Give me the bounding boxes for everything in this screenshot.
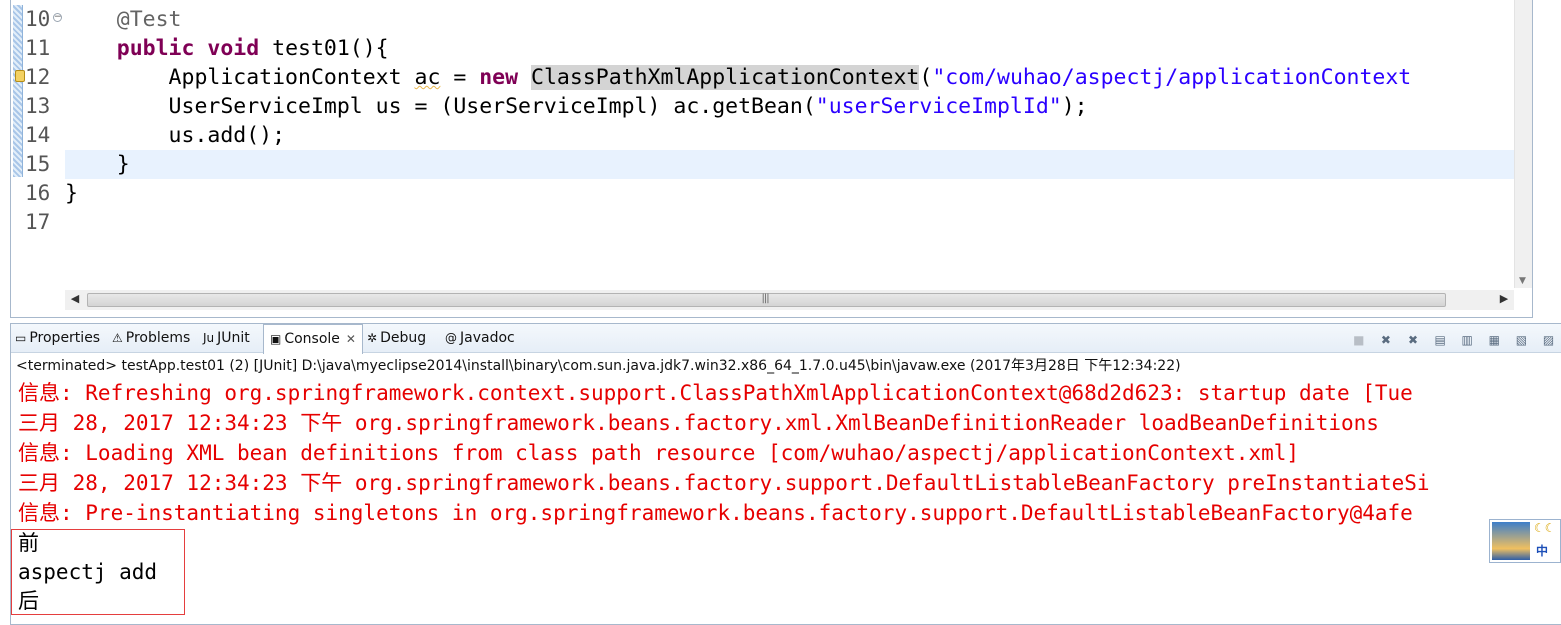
line-number: 13 xyxy=(25,94,51,118)
code-line[interactable]: @Test xyxy=(65,5,1514,34)
remove-all-terminated-icon[interactable]: ✖ xyxy=(1405,332,1422,349)
tab-label: Problems xyxy=(125,330,191,346)
line-number: 15 xyxy=(25,152,51,176)
code-token: public xyxy=(116,36,195,61)
launch-status: <terminated> testApp.test01 (2) [JUnit] … xyxy=(16,358,1181,374)
console-log-line: 三月 28, 2017 12:34:23 下午 org.springframew… xyxy=(18,411,1379,435)
tab-label: JUnit xyxy=(217,330,250,346)
console-log-line: 信息: Pre-instantiating singletons in org.… xyxy=(18,501,1413,525)
problems-icon: ⚠ xyxy=(112,331,123,345)
ime-toolbar[interactable]: ☾☾ 中 xyxy=(1489,519,1561,563)
change-marker-bar xyxy=(13,5,23,177)
code-token: new xyxy=(479,65,519,90)
scroll-lock-icon[interactable]: ▥ xyxy=(1459,332,1476,349)
tab-label: Console xyxy=(284,331,340,347)
tab-properties[interactable]: ▭ Properties xyxy=(15,324,100,353)
moon-icon[interactable]: ☾☾ xyxy=(1534,521,1556,535)
code-line[interactable]: } xyxy=(65,179,1514,208)
code-token: test01(){ xyxy=(259,36,389,61)
horizontal-scroll-thumb[interactable]: ||| xyxy=(87,293,1446,307)
line-number: 17 xyxy=(25,210,51,234)
remove-launch-icon[interactable]: ✖ xyxy=(1377,332,1394,349)
display-selected-console-icon[interactable]: ▧ xyxy=(1513,332,1530,349)
console-output-line: 前 xyxy=(18,531,39,555)
terminate-icon[interactable]: ■ xyxy=(1350,332,1367,349)
line-number: 14 xyxy=(25,123,51,147)
tab-javadoc[interactable]: @ Javadoc xyxy=(445,324,515,353)
clear-console-icon[interactable]: ▤ xyxy=(1432,332,1449,349)
pin-console-icon[interactable]: ▦ xyxy=(1486,332,1503,349)
console-log-line: 信息: Refreshing org.springframework.conte… xyxy=(18,381,1413,405)
scroll-right-icon[interactable]: ▶ xyxy=(1496,292,1512,305)
javadoc-icon: @ xyxy=(445,331,457,345)
code-token: = xyxy=(440,65,480,90)
code-token: ApplicationContext xyxy=(65,65,415,90)
console-log-line: 信息: Loading XML bean definitions from cl… xyxy=(18,441,1300,465)
code-token: } xyxy=(65,152,130,177)
ime-language-indicator[interactable]: 中 xyxy=(1536,542,1548,559)
console-log-line: 三月 28, 2017 12:34:23 下午 org.springframew… xyxy=(18,471,1430,495)
properties-icon: ▭ xyxy=(15,331,27,345)
tab-label: Properties xyxy=(29,330,101,346)
code-token: ); xyxy=(1061,94,1088,119)
tab-debug[interactable]: ✲ Debug xyxy=(367,324,426,353)
code-token: @Test xyxy=(116,7,182,32)
horizontal-scrollbar[interactable]: ◀ ||| ▶ xyxy=(65,290,1514,310)
scroll-left-icon[interactable]: ◀ xyxy=(67,292,83,305)
tab-label: Debug xyxy=(380,330,427,346)
warning-icon[interactable] xyxy=(15,70,25,82)
console-icon: ▣ xyxy=(270,332,282,346)
tab-label: Javadoc xyxy=(460,330,515,346)
debug-icon: ✲ xyxy=(367,331,378,345)
scroll-down-icon[interactable]: ▼ xyxy=(1519,276,1526,286)
code-token: UserServiceImpl us = (UserServiceImpl) a… xyxy=(65,94,816,119)
code-line[interactable] xyxy=(65,208,1514,237)
line-number: 16 xyxy=(25,181,51,205)
console-output[interactable]: 信息: Refreshing org.springframework.conte… xyxy=(11,378,1561,624)
console-output-line: 后 xyxy=(18,589,39,613)
code-token: us.add(); xyxy=(65,123,286,148)
console-output-line: aspectj add xyxy=(18,560,158,584)
close-icon[interactable]: ✕ xyxy=(346,332,356,346)
grip-icon: ||| xyxy=(761,293,770,304)
code-line[interactable]: us.add(); xyxy=(65,121,1514,150)
code-token: void xyxy=(207,36,260,61)
view-tab-bar: ▭ Properties ⚠ Problems Ju JUnit ▣ Console ✕ ✲ Deb… xyxy=(11,324,1561,354)
tab-junit[interactable]: Ju JUnit xyxy=(203,324,250,353)
ime-logo-icon xyxy=(1492,522,1530,560)
vertical-scrollbar[interactable]: ▼ xyxy=(1514,0,1532,288)
code-token: ( xyxy=(919,65,933,90)
line-number: 12 xyxy=(25,65,51,89)
code-token: } xyxy=(65,181,78,206)
fold-toggle-icon[interactable]: − xyxy=(53,13,62,22)
code-line[interactable]: public void test01(){ xyxy=(65,34,1514,63)
code-editor[interactable]: 10 11 12 13 14 15 16 17 − @Test public void tes… xyxy=(10,0,1533,318)
line-number: 11 xyxy=(25,36,51,60)
tab-problems[interactable]: ⚠ Problems xyxy=(112,324,190,353)
tab-console[interactable]: ▣ Console ✕ xyxy=(263,324,363,354)
editor-text-area[interactable]: @Test public void test01(){ ApplicationC… xyxy=(65,5,1514,288)
code-token: "com/wuhao/aspectj/applicationContext xyxy=(932,65,1412,90)
code-token: ClassPathXmlApplicationContext xyxy=(531,65,920,90)
code-token: ac xyxy=(414,65,441,90)
code-line[interactable]: } xyxy=(65,150,1514,179)
junit-icon: Ju xyxy=(203,331,215,345)
code-line[interactable]: UserServiceImpl us = (UserServiceImpl) a… xyxy=(65,92,1514,121)
console-panel: ▭ Properties ⚠ Problems Ju JUnit ▣ Console ✕ ✲ Deb… xyxy=(10,323,1561,625)
open-console-icon[interactable]: ▨ xyxy=(1540,332,1557,349)
code-line[interactable]: ApplicationContext ac = new ClassPathXml… xyxy=(65,63,1514,92)
code-token: "userServiceImplId" xyxy=(815,94,1062,119)
console-toolbar: ■ ✖ ✖ ▤ ▥ ▦ ▧ ▨ xyxy=(1345,329,1557,347)
